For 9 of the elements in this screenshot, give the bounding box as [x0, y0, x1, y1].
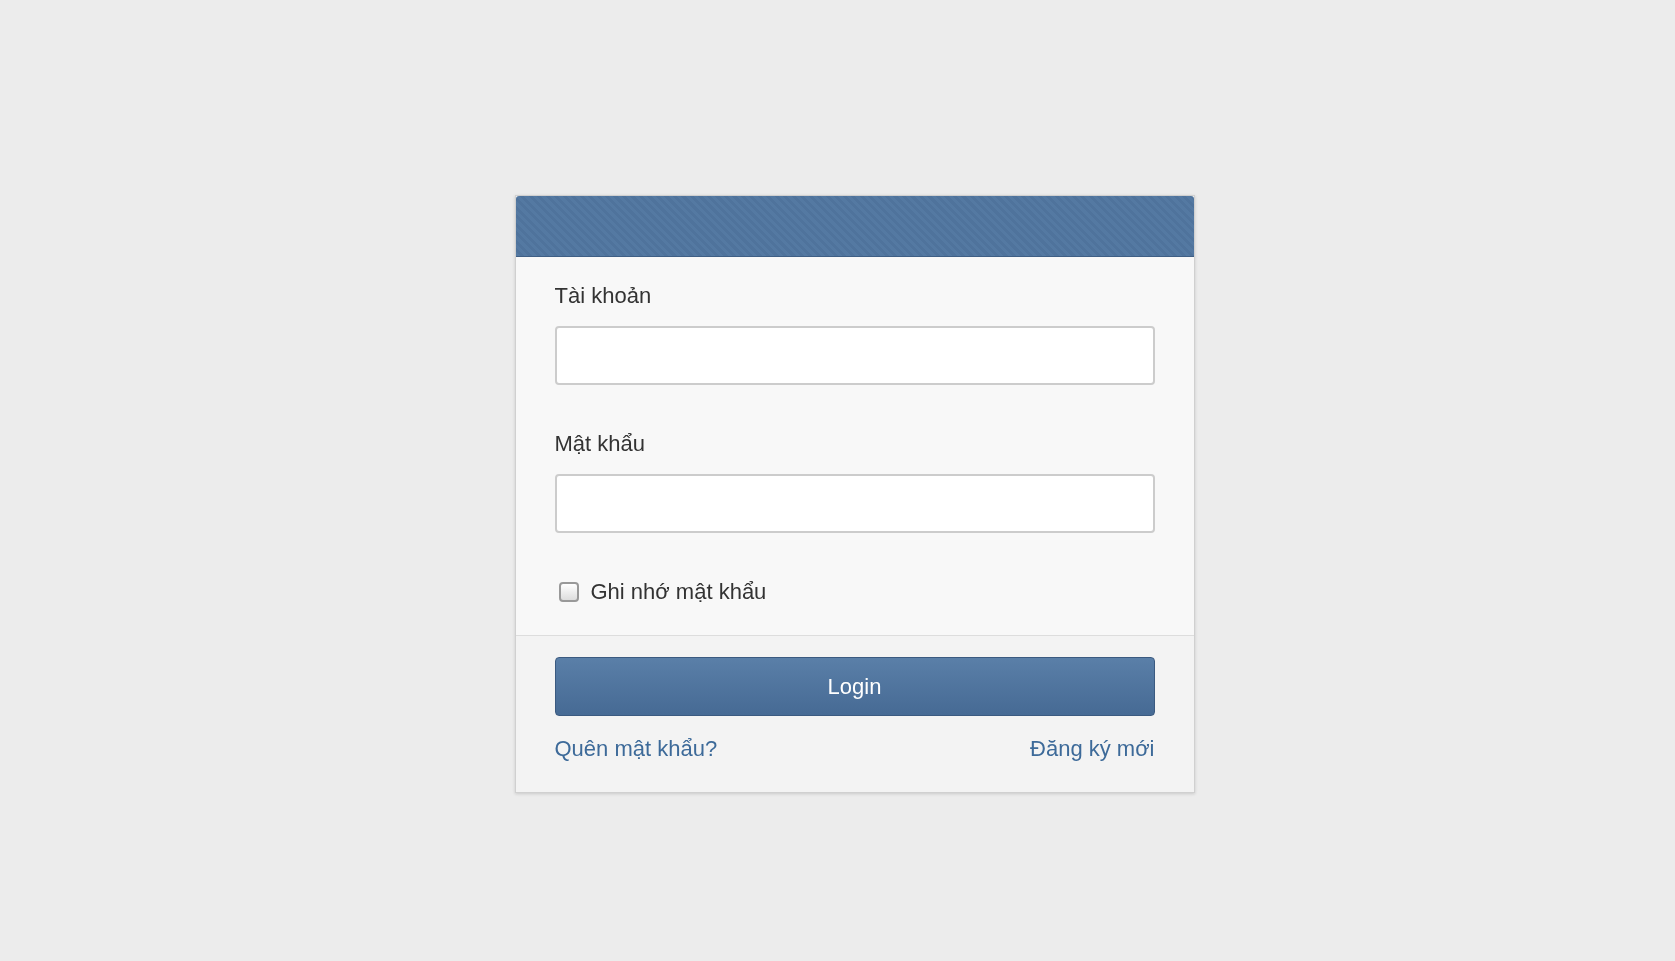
- password-field[interactable]: [554, 474, 1155, 533]
- link[interactable]: Đăng ký mới: [1030, 736, 1155, 762]
- login-button[interactable]: Login: [554, 657, 1155, 716]
- field-label: Mật khẩu: [554, 431, 646, 457]
- username-field[interactable]: [554, 326, 1155, 385]
- field-label: Tài khoản: [554, 283, 653, 309]
- link[interactable]: Quên mật khẩu?: [554, 736, 718, 762]
- checkbox-label: Ghi nhớ mật khẩu: [590, 579, 767, 605]
- checkbox[interactable]: [558, 582, 579, 602]
